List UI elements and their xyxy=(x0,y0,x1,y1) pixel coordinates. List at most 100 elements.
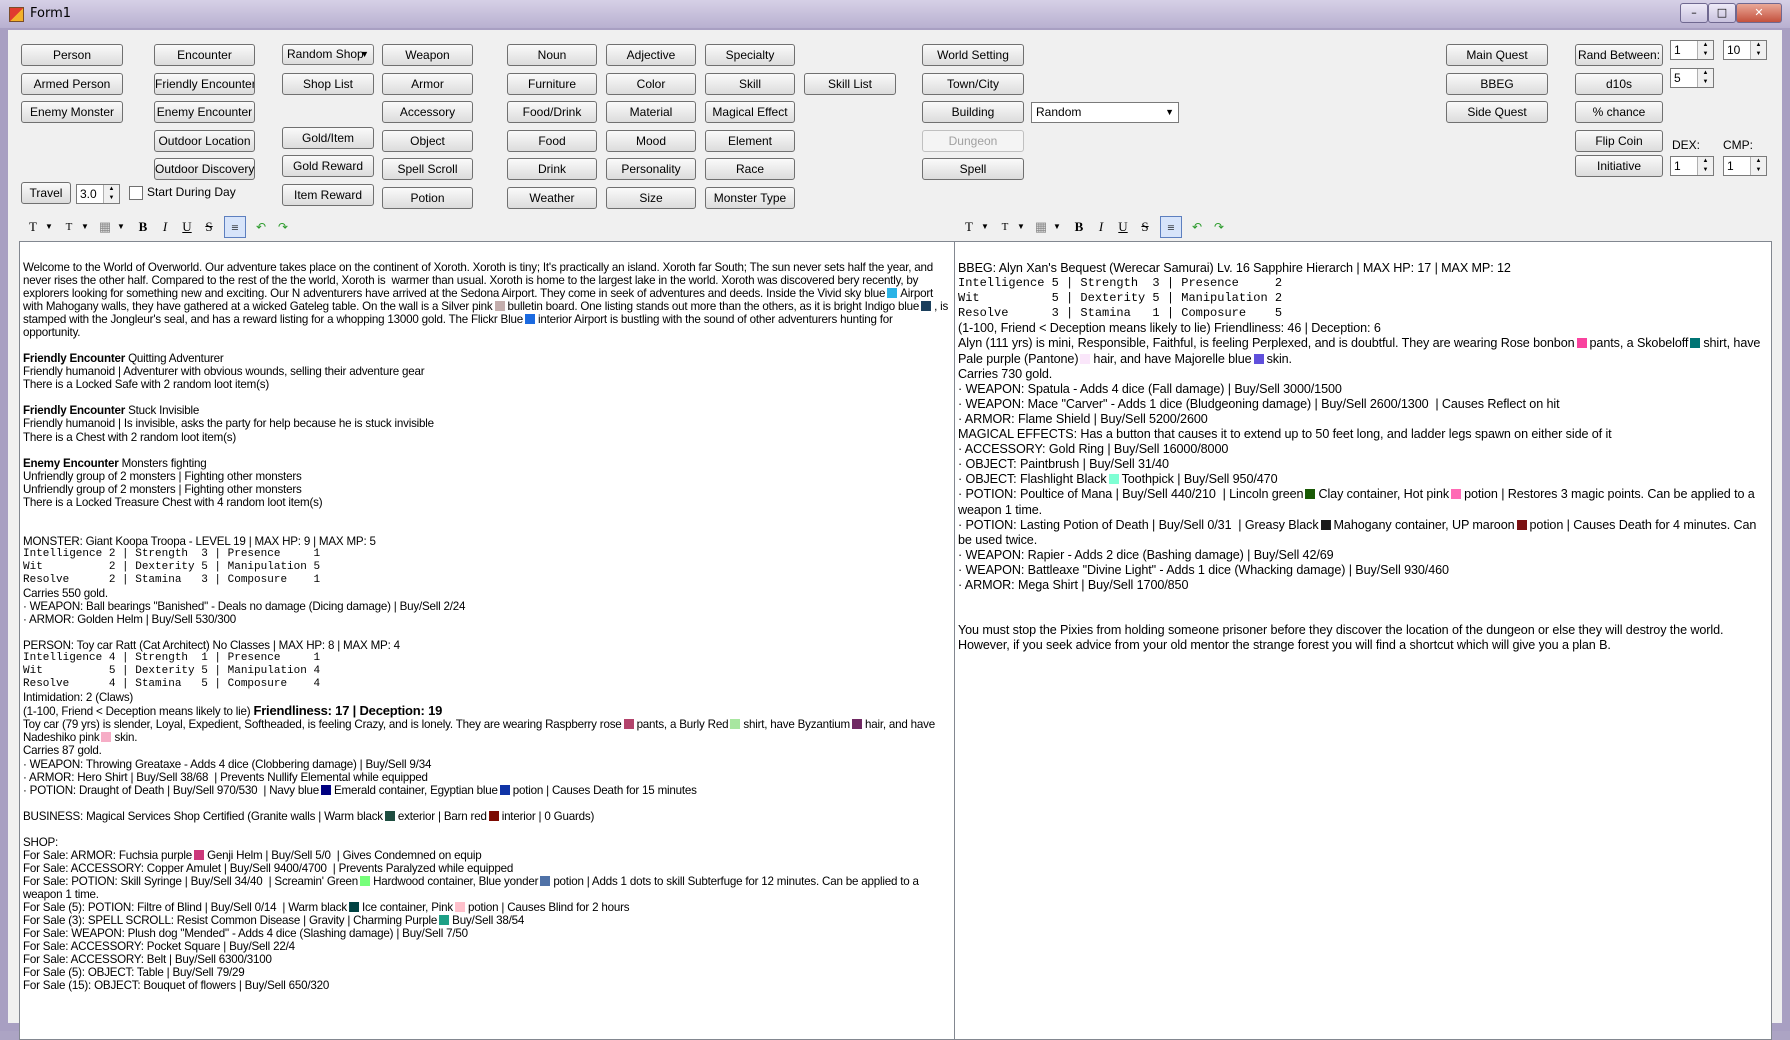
chevron-down-icon[interactable]: ▼ xyxy=(980,216,990,238)
weather-button[interactable]: Weather xyxy=(507,187,597,209)
strikethrough-icon[interactable]: S xyxy=(1134,216,1156,238)
close-icon[interactable]: ✕ xyxy=(1736,3,1782,23)
material-button[interactable]: Material xyxy=(606,101,696,123)
undo-icon[interactable]: ↶ xyxy=(250,216,272,238)
chevron-down-icon[interactable]: ▼ xyxy=(1052,216,1062,238)
font-icon[interactable]: T xyxy=(958,216,980,238)
outdoor-discovery-button[interactable]: Outdoor Discovery xyxy=(154,158,255,180)
italic-icon[interactable]: I xyxy=(1090,216,1112,238)
color-fill-icon[interactable]: ▦ xyxy=(1030,216,1052,238)
bold-icon[interactable]: B xyxy=(1068,216,1090,238)
right-output-textbox[interactable]: BBEG: Alyn Xan's Bequest (Werecar Samura… xyxy=(954,241,1772,1040)
building-type-value: Random xyxy=(1036,105,1082,119)
food-button[interactable]: Food xyxy=(507,130,597,152)
redo-icon[interactable]: ↷ xyxy=(272,216,294,238)
main-quest-button[interactable]: Main Quest xyxy=(1446,44,1548,66)
encounter-button[interactable]: Encounter xyxy=(154,44,255,66)
redo-icon[interactable]: ↷ xyxy=(1208,216,1230,238)
minimize-icon[interactable]: – xyxy=(1680,3,1708,23)
item-reward-button[interactable]: Item Reward xyxy=(282,184,374,206)
chevron-down-icon[interactable]: ▼ xyxy=(44,216,54,238)
rand-between-button[interactable]: Rand Between: xyxy=(1575,44,1663,66)
enemy-encounter-button[interactable]: Enemy Encounter xyxy=(154,101,255,123)
spin-arrows-icon[interactable]: ▲ ▼ xyxy=(1697,157,1713,175)
town-city-button[interactable]: Town/City xyxy=(922,73,1024,95)
chevron-down-icon[interactable]: ▼ xyxy=(1016,216,1026,238)
percent-chance-button[interactable]: % chance xyxy=(1575,101,1663,123)
flip-coin-button[interactable]: Flip Coin xyxy=(1575,130,1663,152)
shop-list-button[interactable]: Shop List xyxy=(282,73,374,95)
spin-arrows-icon[interactable]: ▲ ▼ xyxy=(103,185,119,203)
underline-icon[interactable]: U xyxy=(1112,216,1134,238)
gold-reward-button[interactable]: Gold Reward xyxy=(282,155,374,177)
maximize-icon[interactable]: □ xyxy=(1708,3,1736,23)
text-line: · ARMOR: Mega Shirt | Buy/Sell 1700/850 xyxy=(958,577,1189,592)
align-left-icon[interactable]: ≡ xyxy=(1160,216,1182,238)
side-quest-button[interactable]: Side Quest xyxy=(1446,101,1548,123)
armor-button[interactable]: Armor xyxy=(382,73,473,95)
undo-icon[interactable]: ↶ xyxy=(1186,216,1208,238)
rand-min-input[interactable]: 1 ▲ ▼ xyxy=(1670,40,1714,60)
personality-button[interactable]: Personality xyxy=(606,158,696,180)
align-left-icon[interactable]: ≡ xyxy=(224,216,246,238)
skill-list-button[interactable]: Skill List xyxy=(804,73,896,95)
furniture-button[interactable]: Furniture xyxy=(507,73,597,95)
skill-button[interactable]: Skill xyxy=(705,73,795,95)
spin-arrows-icon[interactable]: ▲ ▼ xyxy=(1750,41,1766,59)
start-during-day-checkbox[interactable] xyxy=(129,186,143,200)
noun-button[interactable]: Noun xyxy=(507,44,597,66)
dex-input[interactable]: 1 ▲ ▼ xyxy=(1670,156,1714,176)
italic-icon[interactable]: I xyxy=(154,216,176,238)
potion-button[interactable]: Potion xyxy=(382,187,473,209)
spell-button[interactable]: Spell xyxy=(922,158,1024,180)
object-button[interactable]: Object xyxy=(382,130,473,152)
font-size-icon[interactable]: T xyxy=(994,216,1016,238)
spin-arrows-icon[interactable]: ▲ ▼ xyxy=(1750,157,1766,175)
friendly-encounter-button[interactable]: Friendly Encounter xyxy=(154,73,255,95)
bbeg-button[interactable]: BBEG xyxy=(1446,73,1548,95)
adjective-button[interactable]: Adjective xyxy=(606,44,696,66)
travel-button[interactable]: Travel xyxy=(21,182,71,204)
shop-type-select[interactable]: Random Shop ▼ xyxy=(282,44,374,65)
person-button[interactable]: Person xyxy=(21,44,123,66)
race-button[interactable]: Race xyxy=(705,158,795,180)
specialty-button[interactable]: Specialty xyxy=(705,44,795,66)
world-setting-button[interactable]: World Setting xyxy=(922,44,1024,66)
initiative-button[interactable]: Initiative xyxy=(1575,155,1663,177)
accessory-button[interactable]: Accessory xyxy=(382,101,473,123)
dungeon-button[interactable]: Dungeon xyxy=(922,130,1024,152)
rand-max-input[interactable]: 10 ▲ ▼ xyxy=(1723,40,1767,60)
travel-days-input[interactable]: 3.0 ▲ ▼ xyxy=(76,184,120,204)
building-button[interactable]: Building xyxy=(922,101,1024,123)
drink-button[interactable]: Drink xyxy=(507,158,597,180)
color-swatch xyxy=(454,901,465,912)
building-type-select[interactable]: Random ▼ xyxy=(1031,102,1179,123)
spin-arrows-icon[interactable]: ▲ ▼ xyxy=(1697,69,1713,87)
spell-scroll-button[interactable]: Spell Scroll xyxy=(382,158,473,180)
strikethrough-icon[interactable]: S xyxy=(198,216,220,238)
gold-item-button[interactable]: Gold/Item xyxy=(282,127,374,149)
font-size-icon[interactable]: T xyxy=(58,216,80,238)
spin-arrows-icon[interactable]: ▲ ▼ xyxy=(1697,41,1713,59)
bold-icon[interactable]: B xyxy=(132,216,154,238)
d10-count-input[interactable]: 5 ▲ ▼ xyxy=(1670,68,1714,88)
element-button[interactable]: Element xyxy=(705,130,795,152)
mood-button[interactable]: Mood xyxy=(606,130,696,152)
color-button[interactable]: Color xyxy=(606,73,696,95)
cmp-input[interactable]: 1 ▲ ▼ xyxy=(1723,156,1767,176)
underline-icon[interactable]: U xyxy=(176,216,198,238)
armed-person-button[interactable]: Armed Person xyxy=(21,73,123,95)
d10s-button[interactable]: d10s xyxy=(1575,73,1663,95)
magical-effect-button[interactable]: Magical Effect xyxy=(705,101,795,123)
food-drink-button[interactable]: Food/Drink xyxy=(507,101,597,123)
enemy-monster-button[interactable]: Enemy Monster xyxy=(21,101,123,123)
chevron-down-icon[interactable]: ▼ xyxy=(80,216,90,238)
weapon-button[interactable]: Weapon xyxy=(382,44,473,66)
outdoor-location-button[interactable]: Outdoor Location xyxy=(154,130,255,152)
monster-type-button[interactable]: Monster Type xyxy=(705,187,795,209)
left-output-textbox[interactable]: Welcome to the World of Overworld. Our a… xyxy=(19,241,956,1040)
size-button[interactable]: Size xyxy=(606,187,696,209)
color-fill-icon[interactable]: ▦ xyxy=(94,216,116,238)
chevron-down-icon[interactable]: ▼ xyxy=(116,216,126,238)
font-icon[interactable]: T xyxy=(22,216,44,238)
